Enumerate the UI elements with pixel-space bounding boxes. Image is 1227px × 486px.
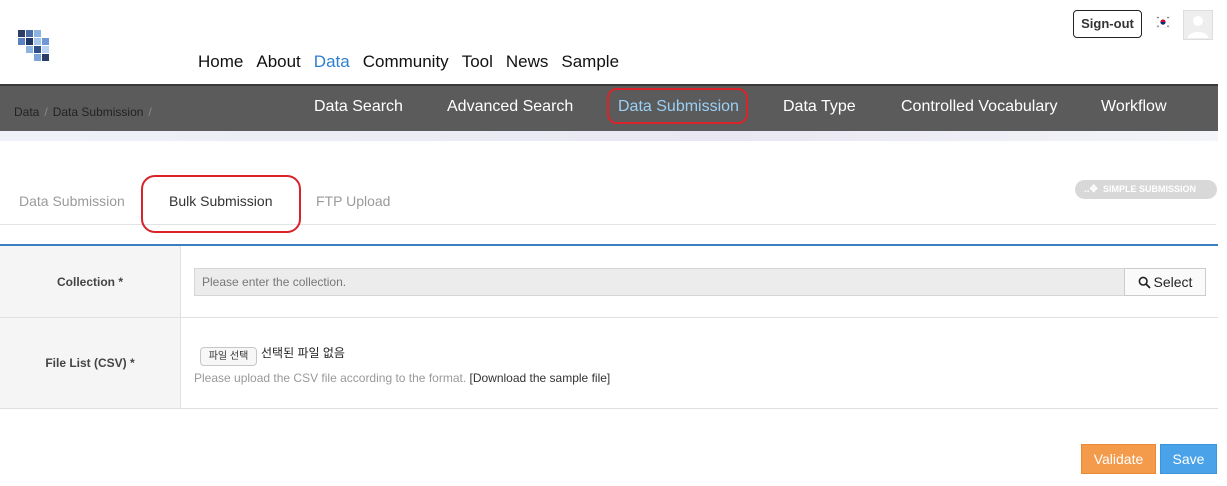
korea-flag-icon[interactable] bbox=[1156, 16, 1170, 28]
search-icon bbox=[1138, 276, 1151, 289]
nav-community[interactable]: Community bbox=[363, 52, 449, 72]
tab-ftp-upload[interactable]: FTP Upload bbox=[316, 193, 390, 209]
breadcrumb-data-submission[interactable]: Data Submission bbox=[53, 105, 144, 119]
sign-out-button[interactable]: Sign-out bbox=[1073, 10, 1142, 38]
subnav-data-type[interactable]: Data Type bbox=[783, 98, 856, 116]
nav-tool[interactable]: Tool bbox=[462, 52, 493, 72]
site-logo[interactable] bbox=[14, 24, 58, 68]
file-list-label: File List (CSV) * bbox=[0, 318, 181, 408]
download-sample-link[interactable]: [Download the sample file] bbox=[470, 371, 611, 385]
validate-button[interactable]: Validate bbox=[1081, 444, 1156, 474]
nav-sample[interactable]: Sample bbox=[561, 52, 619, 72]
nav-news[interactable]: News bbox=[506, 52, 549, 72]
move-icon: ..✥ bbox=[1084, 184, 1098, 195]
file-list-row: File List (CSV) * bbox=[0, 318, 1218, 409]
user-avatar-icon[interactable] bbox=[1183, 10, 1213, 40]
sub-nav-shadow bbox=[0, 131, 1218, 141]
subnav-advanced-search[interactable]: Advanced Search bbox=[447, 98, 573, 116]
main-nav: Home About Data Community Tool News Samp… bbox=[198, 52, 632, 72]
simple-submission-button[interactable]: ..✥ SIMPLE SUBMISSION bbox=[1075, 180, 1217, 199]
tab-data-submission[interactable]: Data Submission bbox=[19, 193, 125, 209]
highlight-data-submission bbox=[607, 88, 748, 124]
breadcrumb-data[interactable]: Data bbox=[14, 105, 39, 119]
select-collection-button[interactable]: Select bbox=[1124, 268, 1206, 296]
collection-label: Collection * bbox=[0, 246, 181, 317]
choose-file-button[interactable]: 파일 선택 bbox=[200, 347, 257, 366]
nav-data[interactable]: Data bbox=[314, 52, 350, 72]
subnav-workflow[interactable]: Workflow bbox=[1101, 98, 1167, 116]
subnav-controlled-vocabulary[interactable]: Controlled Vocabulary bbox=[901, 98, 1058, 116]
simple-submission-label: SIMPLE SUBMISSION bbox=[1103, 184, 1197, 194]
no-file-text: 선택된 파일 없음 bbox=[261, 346, 345, 360]
highlight-bulk-submission bbox=[141, 175, 301, 233]
breadcrumb: Data / Data Submission / bbox=[14, 105, 152, 119]
collection-input[interactable]: Please enter the collection. bbox=[194, 268, 1125, 296]
subnav-data-search[interactable]: Data Search bbox=[314, 98, 403, 116]
select-label: Select bbox=[1153, 274, 1193, 290]
csv-help-text: Please upload the CSV file according to … bbox=[194, 371, 610, 385]
nav-home[interactable]: Home bbox=[198, 52, 243, 72]
help-text: Please upload the CSV file according to … bbox=[194, 371, 467, 385]
nav-about[interactable]: About bbox=[256, 52, 300, 72]
save-button[interactable]: Save bbox=[1160, 444, 1217, 474]
